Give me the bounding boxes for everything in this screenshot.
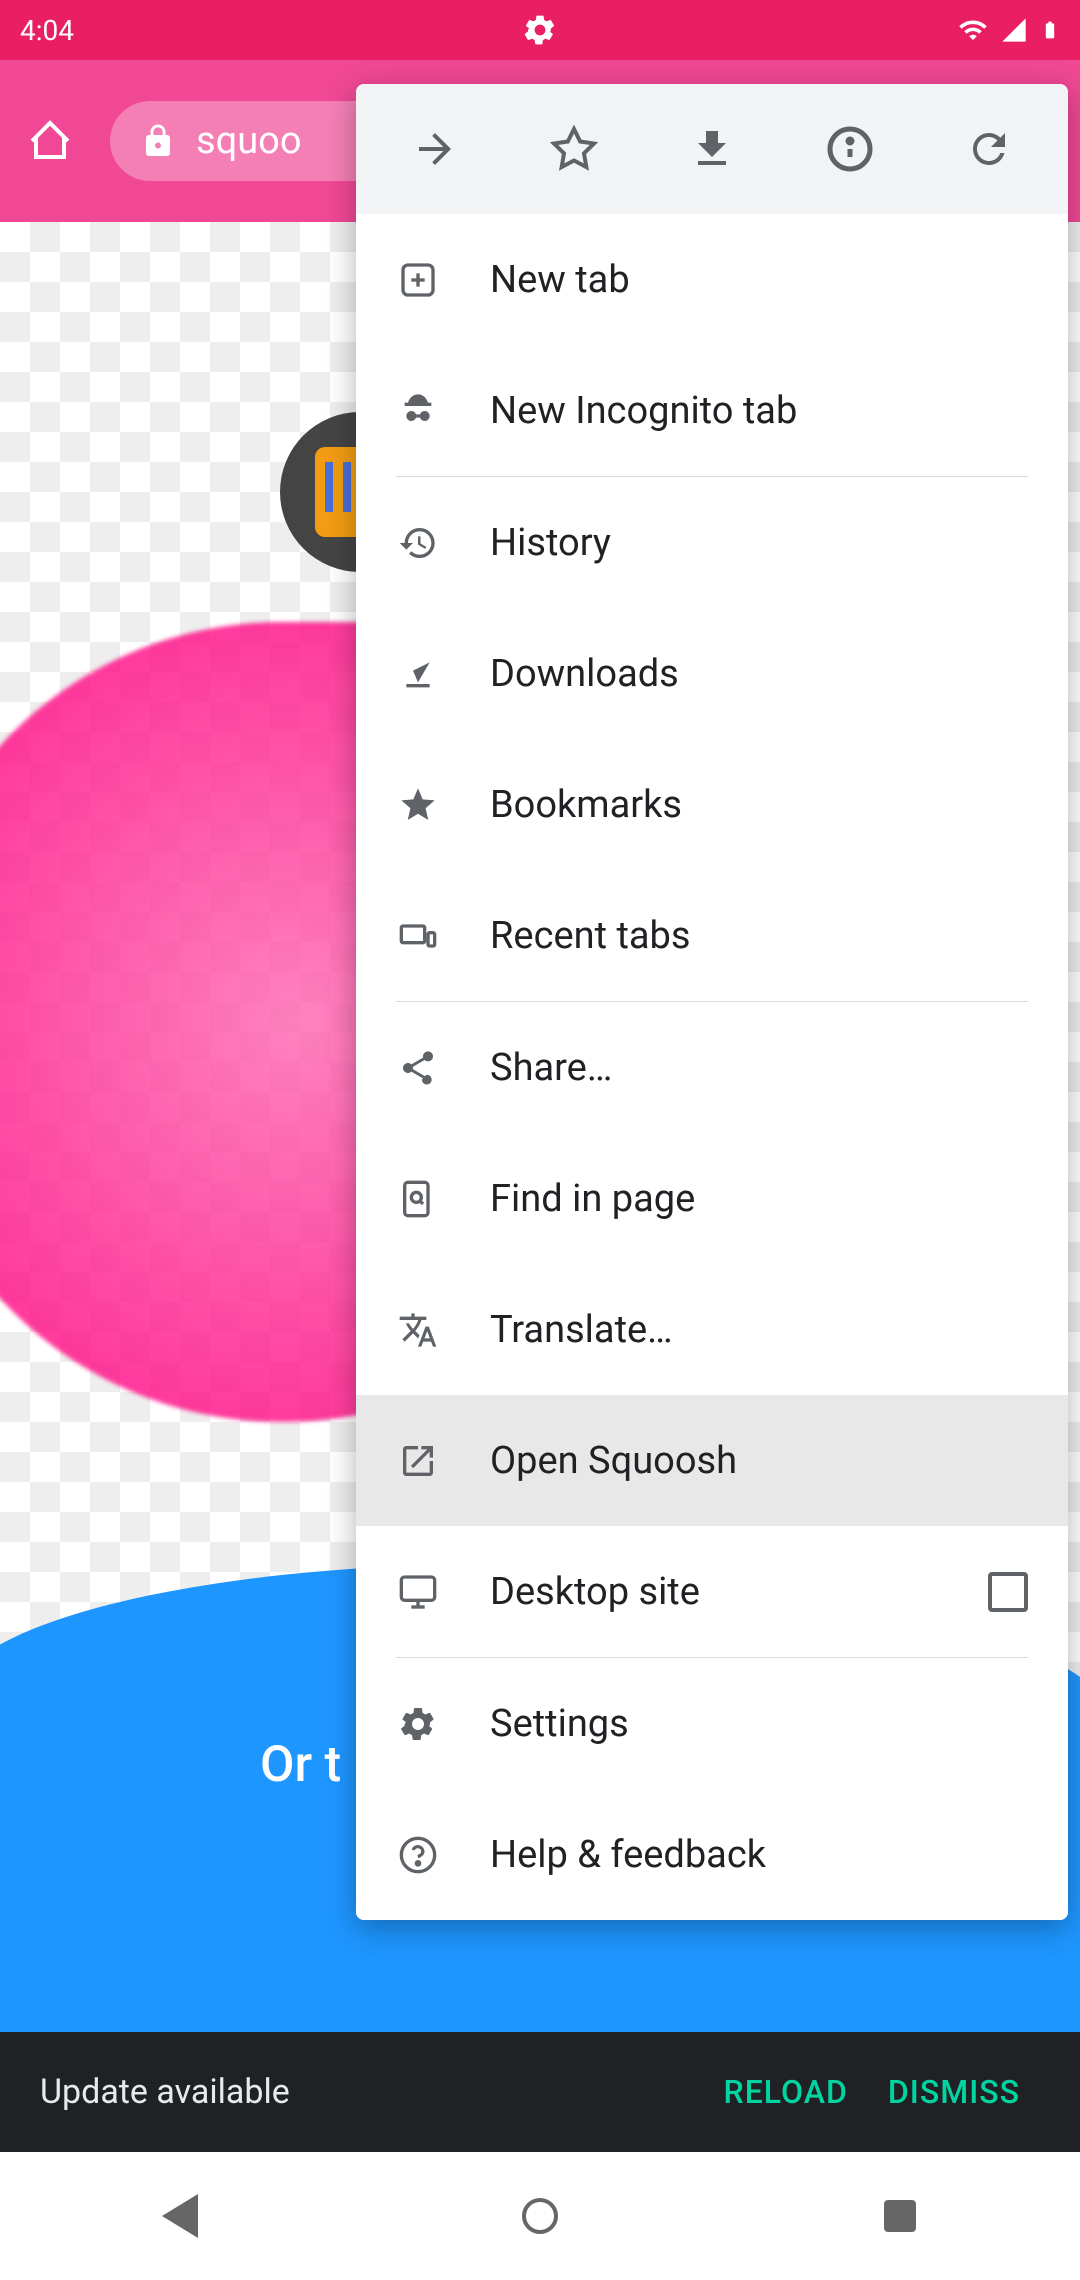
or-text-partial: Or t: [260, 1736, 341, 1794]
menu-label: Recent tabs: [490, 914, 691, 958]
menu-item-history[interactable]: History: [356, 477, 1068, 608]
browser-menu: New tab New Incognito tab History Downlo…: [356, 84, 1068, 1920]
incognito-icon: [396, 389, 440, 433]
reload-action[interactable]: RELOAD: [704, 2073, 868, 2111]
menu-label: New Incognito tab: [490, 389, 797, 433]
new-tab-icon: [396, 258, 440, 302]
dismiss-action[interactable]: DISMISS: [868, 2073, 1040, 2111]
share-icon: [396, 1046, 440, 1090]
menu-item-downloads[interactable]: Downloads: [356, 608, 1068, 739]
back-triangle-icon: [162, 2194, 198, 2238]
signal-icon: [1000, 16, 1028, 44]
menu-label: Translate…: [490, 1308, 673, 1352]
home-nav-button[interactable]: [510, 2186, 570, 2246]
menu-item-open-app[interactable]: Open Squoosh: [356, 1395, 1068, 1526]
menu-label: Find in page: [490, 1177, 695, 1221]
url-text: squoo: [196, 119, 302, 163]
open-app-icon: [396, 1439, 440, 1483]
forward-button[interactable]: [405, 119, 465, 179]
menu-item-find[interactable]: Find in page: [356, 1133, 1068, 1264]
bookmarks-icon: [396, 783, 440, 827]
status-time: 4:04: [20, 14, 74, 47]
menu-item-desktop-site[interactable]: Desktop site: [356, 1526, 1068, 1657]
menu-label: Downloads: [490, 652, 679, 696]
menu-item-incognito[interactable]: New Incognito tab: [356, 345, 1068, 476]
history-icon: [396, 521, 440, 565]
menu-item-bookmarks[interactable]: Bookmarks: [356, 739, 1068, 870]
menu-item-settings[interactable]: Settings: [356, 1658, 1068, 1789]
recent-tabs-icon: [396, 914, 440, 958]
menu-item-share[interactable]: Share…: [356, 1002, 1068, 1133]
system-nav-bar: [0, 2152, 1080, 2280]
translate-icon: [396, 1308, 440, 1352]
desktop-icon: [396, 1570, 440, 1614]
find-icon: [396, 1177, 440, 1221]
menu-label: History: [490, 521, 611, 565]
menu-items-list: New tab New Incognito tab History Downlo…: [356, 214, 1068, 1920]
download-button[interactable]: [682, 119, 742, 179]
menu-label: Help & feedback: [490, 1833, 766, 1877]
home-circle-icon: [522, 2198, 558, 2234]
wifi-icon: [958, 15, 988, 45]
menu-label: Open Squoosh: [490, 1439, 737, 1483]
menu-label: New tab: [490, 258, 630, 302]
desktop-site-checkbox[interactable]: [988, 1572, 1028, 1612]
menu-item-translate[interactable]: Translate…: [356, 1264, 1068, 1395]
menu-label: Desktop site: [490, 1570, 700, 1614]
lock-icon: [140, 123, 176, 159]
menu-item-recent-tabs[interactable]: Recent tabs: [356, 870, 1068, 1001]
settings-icon: [396, 1702, 440, 1746]
battery-icon: [1040, 15, 1060, 45]
bookmark-star-button[interactable]: [544, 119, 604, 179]
info-button[interactable]: [820, 119, 880, 179]
menu-label: Share…: [490, 1046, 612, 1090]
menu-top-actions: [356, 84, 1068, 214]
status-indicators: [958, 15, 1060, 45]
snackbar-message: Update available: [40, 2072, 704, 2112]
menu-label: Bookmarks: [490, 783, 682, 827]
recent-apps-button[interactable]: [870, 2186, 930, 2246]
menu-item-help[interactable]: Help & feedback: [356, 1789, 1068, 1920]
downloads-icon: [396, 652, 440, 696]
reload-button[interactable]: [959, 119, 1019, 179]
menu-label: Settings: [490, 1702, 629, 1746]
help-icon: [396, 1833, 440, 1877]
status-bar: 4:04: [0, 0, 1080, 60]
menu-item-new-tab[interactable]: New tab: [356, 214, 1068, 345]
settings-gear-icon: [522, 12, 558, 48]
recent-square-icon: [884, 2200, 916, 2232]
update-snackbar: Update available RELOAD DISMISS: [0, 2032, 1080, 2152]
back-button[interactable]: [150, 2186, 210, 2246]
home-button[interactable]: [20, 111, 80, 171]
